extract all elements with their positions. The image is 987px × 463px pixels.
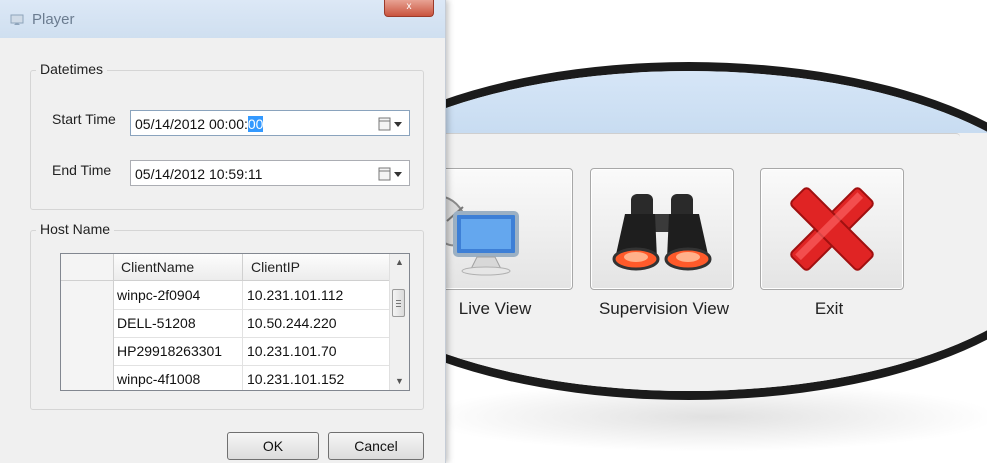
cell-clientip[interactable]: 10.231.101.70 xyxy=(243,337,391,365)
row-header[interactable] xyxy=(61,309,114,337)
supervision-view-label: Supervision View xyxy=(598,299,730,318)
dialog-titlebar[interactable]: Player x xyxy=(0,0,445,38)
cell-clientip[interactable]: 10.50.244.220 xyxy=(243,309,391,337)
cell-clientname[interactable]: winpc-2f0904 xyxy=(113,281,243,309)
start-time-label: Start Time xyxy=(52,111,116,127)
row-header[interactable] xyxy=(61,365,114,390)
start-time-selected-segment: 00 xyxy=(247,116,264,132)
cell-clientip[interactable]: 10.231.101.112 xyxy=(243,281,391,309)
ok-button[interactable]: OK xyxy=(227,432,319,460)
end-time-picker[interactable]: 05/14/2012 10:59:11 xyxy=(130,160,410,186)
cell-clientip[interactable]: 10.231.101.152 xyxy=(243,365,391,390)
cell-clientname[interactable]: winpc-4f1008 xyxy=(113,365,243,390)
close-icon: x xyxy=(406,1,412,12)
scrollbar-thumb[interactable] xyxy=(392,289,405,317)
cell-clientname[interactable]: HP29918263301 xyxy=(113,337,243,365)
exit-label: Exit xyxy=(814,299,844,318)
exit-button[interactable] xyxy=(760,168,904,290)
end-time-value: 05/14/2012 10:59:11 xyxy=(135,166,263,182)
screenshot-stage: Live View Supervision View Exit Player x… xyxy=(0,0,987,463)
start-time-text: 05/14/2012 00:00: xyxy=(135,116,248,132)
row-header[interactable] xyxy=(61,281,114,309)
column-header-clientip[interactable]: ClientIP xyxy=(243,254,391,280)
start-time-picker[interactable]: 05/14/2012 00:00:00 xyxy=(130,110,410,136)
row-header[interactable] xyxy=(61,337,114,365)
live-view-button[interactable] xyxy=(425,168,573,290)
live-view-label: Live View xyxy=(458,299,532,318)
thumb-grip-line xyxy=(396,306,401,307)
table-row[interactable]: HP29918263301 10.231.101.70 xyxy=(61,337,391,366)
player-dialog: Player x Datetimes Start Time 05/14/2012… xyxy=(0,0,446,463)
scroll-up-arrow-icon[interactable]: ▲ xyxy=(390,254,409,271)
host-name-group-label: Host Name xyxy=(36,221,115,237)
satellite-monitor-icon xyxy=(425,195,519,276)
thumb-grip-line xyxy=(396,300,401,301)
table-row[interactable]: winpc-2f0904 10.231.101.112 xyxy=(61,281,391,310)
scroll-down-arrow-icon[interactable]: ▼ xyxy=(390,373,409,390)
client-grid[interactable]: ClientName ClientIP winpc-2f0904 10.231.… xyxy=(60,253,410,391)
calendar-dropdown-icon[interactable] xyxy=(377,167,405,181)
grid-corner-cell[interactable] xyxy=(61,254,114,280)
table-row[interactable]: DELL-51208 10.50.244.220 xyxy=(61,309,391,338)
grid-header: ClientName ClientIP xyxy=(61,254,391,281)
cancel-button[interactable]: Cancel xyxy=(328,432,424,460)
start-time-value: 05/14/2012 00:00:00 xyxy=(135,116,264,132)
datetimes-group xyxy=(30,70,424,210)
app-icon xyxy=(10,14,24,25)
end-time-label: End Time xyxy=(52,162,112,178)
cell-clientname[interactable]: DELL-51208 xyxy=(113,309,243,337)
supervision-view-button[interactable] xyxy=(590,168,734,290)
binoculars-icon xyxy=(612,194,712,271)
red-x-icon xyxy=(790,187,874,271)
datetimes-group-label: Datetimes xyxy=(36,61,108,77)
close-button[interactable]: x xyxy=(384,0,434,17)
table-row[interactable]: winpc-4f1008 10.231.101.152 xyxy=(61,365,391,390)
grid-vertical-scrollbar[interactable]: ▲ ▼ xyxy=(389,254,409,390)
thumb-grip-line xyxy=(396,303,401,304)
calendar-dropdown-icon[interactable] xyxy=(377,117,405,131)
dialog-title: Player xyxy=(32,11,75,28)
column-header-clientname[interactable]: ClientName xyxy=(113,254,243,280)
